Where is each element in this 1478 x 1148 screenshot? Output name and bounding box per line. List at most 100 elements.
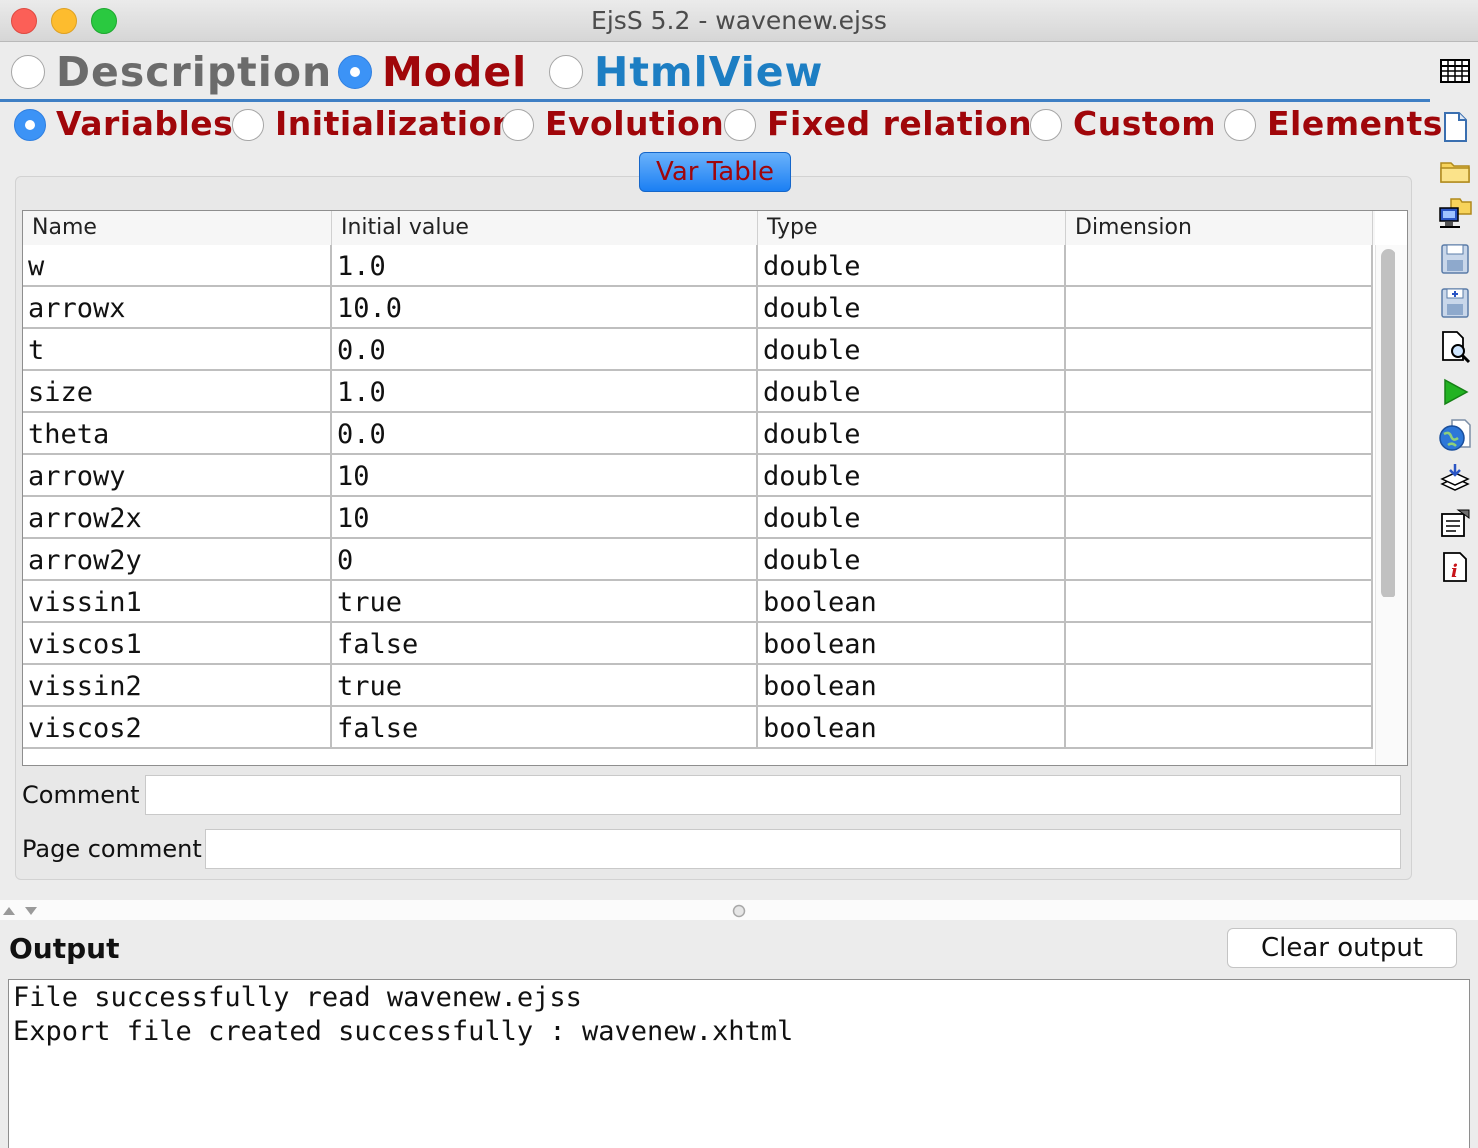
cell-initial-value[interactable]: 0 <box>332 539 758 581</box>
subtab-custom-radio[interactable] <box>1030 109 1062 141</box>
tab-description-radio[interactable] <box>11 55 45 89</box>
table-row[interactable]: w 1.0 double <box>23 245 1373 287</box>
cell-dimension[interactable] <box>1066 665 1373 707</box>
web-export-icon[interactable] <box>1438 418 1472 452</box>
tab-model-radio[interactable] <box>338 55 372 89</box>
table-row[interactable]: vissin1 true boolean <box>23 581 1373 623</box>
preferences-icon[interactable] <box>1438 506 1472 540</box>
tab-description[interactable]: Description <box>56 48 332 96</box>
cell-name[interactable]: viscos1 <box>23 623 332 665</box>
cell-initial-value[interactable]: 1.0 <box>332 371 758 413</box>
split-pane-divider[interactable] <box>0 900 1478 920</box>
cell-dimension[interactable] <box>1066 371 1373 413</box>
search-document-icon[interactable] <box>1438 330 1472 364</box>
cell-type[interactable]: double <box>758 413 1066 455</box>
cell-initial-value[interactable]: 10 <box>332 455 758 497</box>
cell-initial-value[interactable]: false <box>332 623 758 665</box>
cell-type[interactable]: boolean <box>758 707 1066 749</box>
cell-dimension[interactable] <box>1066 287 1373 329</box>
table-row[interactable]: viscos1 false boolean <box>23 623 1373 665</box>
cell-type[interactable]: boolean <box>758 623 1066 665</box>
table-row[interactable]: arrowx 10.0 double <box>23 287 1373 329</box>
split-arrows-icon[interactable] <box>0 900 40 920</box>
tab-htmlview-radio[interactable] <box>549 55 583 89</box>
table-row[interactable]: size 1.0 double <box>23 371 1373 413</box>
cell-name[interactable]: size <box>23 371 332 413</box>
table-row[interactable]: arrowy 10 double <box>23 455 1373 497</box>
page-comment-field[interactable] <box>205 829 1401 869</box>
cell-name[interactable]: viscos2 <box>23 707 332 749</box>
cell-initial-value[interactable]: true <box>332 665 758 707</box>
cell-type[interactable]: double <box>758 329 1066 371</box>
cell-initial-value[interactable]: 1.0 <box>332 245 758 287</box>
table-scroll-thumb[interactable] <box>1380 247 1395 597</box>
column-header-type[interactable]: Type <box>758 211 1066 245</box>
save-icon[interactable] <box>1438 242 1472 276</box>
table-row[interactable]: arrow2y 0 double <box>23 539 1373 581</box>
cell-dimension[interactable] <box>1066 539 1373 581</box>
cell-name[interactable]: arrow2x <box>23 497 332 539</box>
subtab-elements[interactable]: Elements <box>1267 104 1443 143</box>
subtab-evolution[interactable]: Evolution <box>545 104 724 143</box>
cell-type[interactable]: double <box>758 497 1066 539</box>
cell-name[interactable]: arrowy <box>23 455 332 497</box>
cell-name[interactable]: w <box>23 245 332 287</box>
column-header-name[interactable]: Name <box>23 211 332 245</box>
cell-type[interactable]: double <box>758 245 1066 287</box>
cell-name[interactable]: vissin2 <box>23 665 332 707</box>
subtab-variables[interactable]: Variables <box>56 104 233 143</box>
new-file-icon[interactable] <box>1438 110 1472 144</box>
cell-type[interactable]: double <box>758 539 1066 581</box>
cell-type[interactable]: boolean <box>758 665 1066 707</box>
clear-output-button[interactable]: Clear output <box>1227 928 1457 968</box>
subtab-evolution-radio[interactable] <box>502 109 534 141</box>
cell-dimension[interactable] <box>1066 413 1373 455</box>
cell-dimension[interactable] <box>1066 623 1373 665</box>
run-icon[interactable] <box>1438 375 1472 409</box>
table-view-icon[interactable] <box>1438 54 1472 88</box>
tab-htmlview[interactable]: HtmlView <box>594 48 823 96</box>
table-row[interactable]: viscos2 false boolean <box>23 707 1373 749</box>
cell-initial-value[interactable]: false <box>332 707 758 749</box>
output-console[interactable]: File successfully read wavenew.ejss Expo… <box>8 979 1470 1148</box>
cell-name[interactable]: t <box>23 329 332 371</box>
subtab-initialization-radio[interactable] <box>232 109 264 141</box>
cell-type[interactable]: double <box>758 287 1066 329</box>
table-row[interactable]: theta 0.0 double <box>23 413 1373 455</box>
cell-dimension[interactable] <box>1066 329 1373 371</box>
cell-dimension[interactable] <box>1066 455 1373 497</box>
cell-initial-value[interactable]: 0.0 <box>332 413 758 455</box>
subtab-elements-radio[interactable] <box>1224 109 1256 141</box>
cell-initial-value[interactable]: 10 <box>332 497 758 539</box>
subtab-variables-radio[interactable] <box>14 109 46 141</box>
cell-name[interactable]: arrow2y <box>23 539 332 581</box>
cell-type[interactable]: boolean <box>758 581 1066 623</box>
cell-dimension[interactable] <box>1066 497 1373 539</box>
cell-dimension[interactable] <box>1066 245 1373 287</box>
subtab-initialization[interactable]: Initialization <box>275 104 516 143</box>
split-handle-icon[interactable] <box>731 903 747 919</box>
open-workspace-icon[interactable] <box>1438 196 1472 230</box>
tab-model[interactable]: Model <box>382 48 527 96</box>
cell-initial-value[interactable]: 0.0 <box>332 329 758 371</box>
cell-dimension[interactable] <box>1066 581 1373 623</box>
cell-initial-value[interactable]: 10.0 <box>332 287 758 329</box>
subtab-custom[interactable]: Custom <box>1073 104 1216 143</box>
var-table-tab[interactable]: Var Table <box>639 152 791 192</box>
cell-dimension[interactable] <box>1066 707 1373 749</box>
subtab-fixed-relations-radio[interactable] <box>724 109 756 141</box>
column-header-initial-value[interactable]: Initial value <box>332 211 758 245</box>
table-row[interactable]: t 0.0 double <box>23 329 1373 371</box>
save-as-icon[interactable] <box>1438 286 1472 320</box>
cell-type[interactable]: double <box>758 455 1066 497</box>
table-row[interactable]: arrow2x 10 double <box>23 497 1373 539</box>
table-row[interactable]: vissin2 true boolean <box>23 665 1373 707</box>
cell-name[interactable]: theta <box>23 413 332 455</box>
info-icon[interactable]: i <box>1438 550 1472 584</box>
subtab-fixed-relations[interactable]: Fixed relations <box>767 104 1052 143</box>
package-icon[interactable] <box>1438 462 1472 496</box>
open-folder-icon[interactable] <box>1438 154 1472 188</box>
cell-name[interactable]: arrowx <box>23 287 332 329</box>
cell-name[interactable]: vissin1 <box>23 581 332 623</box>
comment-field[interactable] <box>145 775 1401 815</box>
